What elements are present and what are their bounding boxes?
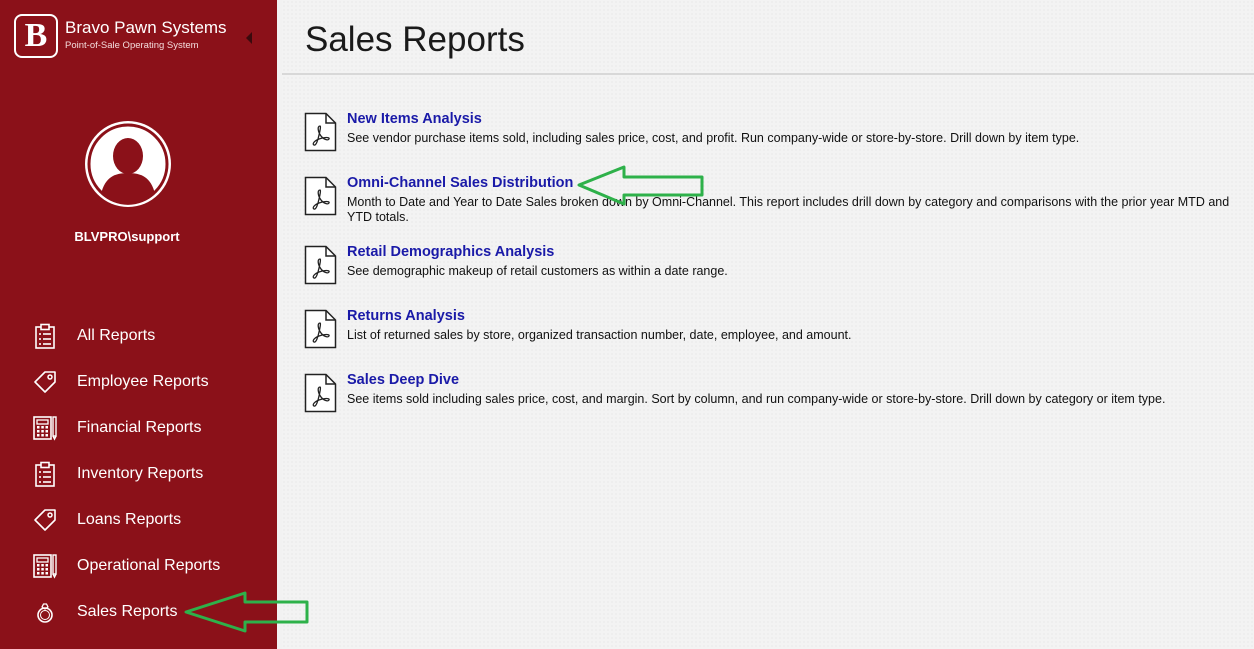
sidebar-item-label: Sales Reports: [77, 603, 178, 620]
report-description: Month to Date and Year to Date Sales bro…: [347, 195, 1230, 224]
sidebar-item-inventory-reports[interactable]: Inventory Reports: [0, 451, 277, 497]
clipboard-icon: [35, 461, 55, 487]
report-description: See demographic makeup of retail custome…: [347, 264, 728, 278]
report-link-sales-deep-dive[interactable]: Sales Deep Dive: [347, 372, 459, 388]
sidebar-item-label: Inventory Reports: [77, 465, 204, 482]
brand-mark: B: [14, 14, 58, 58]
title-divider: [282, 73, 1254, 75]
report-link-new-items-analysis[interactable]: New Items Analysis: [347, 111, 482, 127]
report-link-omni-channel-sales-distribution[interactable]: Omni-Channel Sales Distribution: [347, 175, 573, 191]
sidebar-item-employee-reports[interactable]: Employee Reports: [0, 359, 277, 405]
main-content: Sales Reports New Items Analysis See ven…: [282, 0, 1254, 649]
avatar: [85, 121, 171, 207]
calculator-icon: [33, 554, 57, 579]
sidebar-item-all-reports[interactable]: All Reports: [0, 313, 277, 359]
annotation-arrow-icon: [577, 165, 704, 206]
brand-logo[interactable]: B Bravo Pawn Systems Point-of-Sale Opera…: [14, 12, 264, 62]
brand-tagline: Point-of-Sale Operating System: [65, 40, 199, 51]
sidebar-item-label: Employee Reports: [77, 373, 209, 390]
pdf-file-icon[interactable]: [304, 309, 337, 349]
sidebar: B Bravo Pawn Systems Point-of-Sale Opera…: [0, 0, 277, 649]
sidebar-item-label: Operational Reports: [77, 557, 221, 574]
username: BLVPRO\support: [74, 229, 180, 244]
pdf-file-icon[interactable]: [304, 245, 337, 285]
ring-icon: [37, 603, 53, 623]
report-description: List of returned sales by store, organiz…: [347, 328, 852, 342]
sidebar-item-loans-reports[interactable]: Loans Reports: [0, 497, 277, 543]
tag-icon: [34, 509, 56, 531]
annotation-arrow-icon: [184, 591, 309, 633]
collapse-sidebar-icon[interactable]: [246, 32, 252, 44]
report-link-retail-demographics-analysis[interactable]: Retail Demographics Analysis: [347, 244, 554, 260]
sidebar-nav: All Reports Employee Reports Financial R…: [0, 313, 277, 635]
page-title: Sales Reports: [305, 20, 525, 59]
pdf-file-icon[interactable]: [304, 112, 337, 152]
pdf-file-icon[interactable]: [304, 373, 337, 413]
sidebar-item-operational-reports[interactable]: Operational Reports: [0, 543, 277, 589]
user-silhouette-icon: [87, 123, 169, 205]
clipboard-icon: [35, 323, 55, 349]
sidebar-item-label: Financial Reports: [77, 419, 202, 436]
pdf-file-icon[interactable]: [304, 176, 337, 216]
report-link-returns-analysis[interactable]: Returns Analysis: [347, 308, 465, 324]
report-description: See items sold including sales price, co…: [347, 392, 1166, 406]
tag-icon: [34, 371, 56, 393]
calculator-icon: [33, 416, 57, 441]
sidebar-item-label: All Reports: [77, 327, 156, 344]
sidebar-item-financial-reports[interactable]: Financial Reports: [0, 405, 277, 451]
sidebar-item-label: Loans Reports: [77, 511, 182, 528]
report-description: See vendor purchase items sold, includin…: [347, 131, 1080, 145]
brand-name: Bravo Pawn Systems: [65, 18, 227, 37]
